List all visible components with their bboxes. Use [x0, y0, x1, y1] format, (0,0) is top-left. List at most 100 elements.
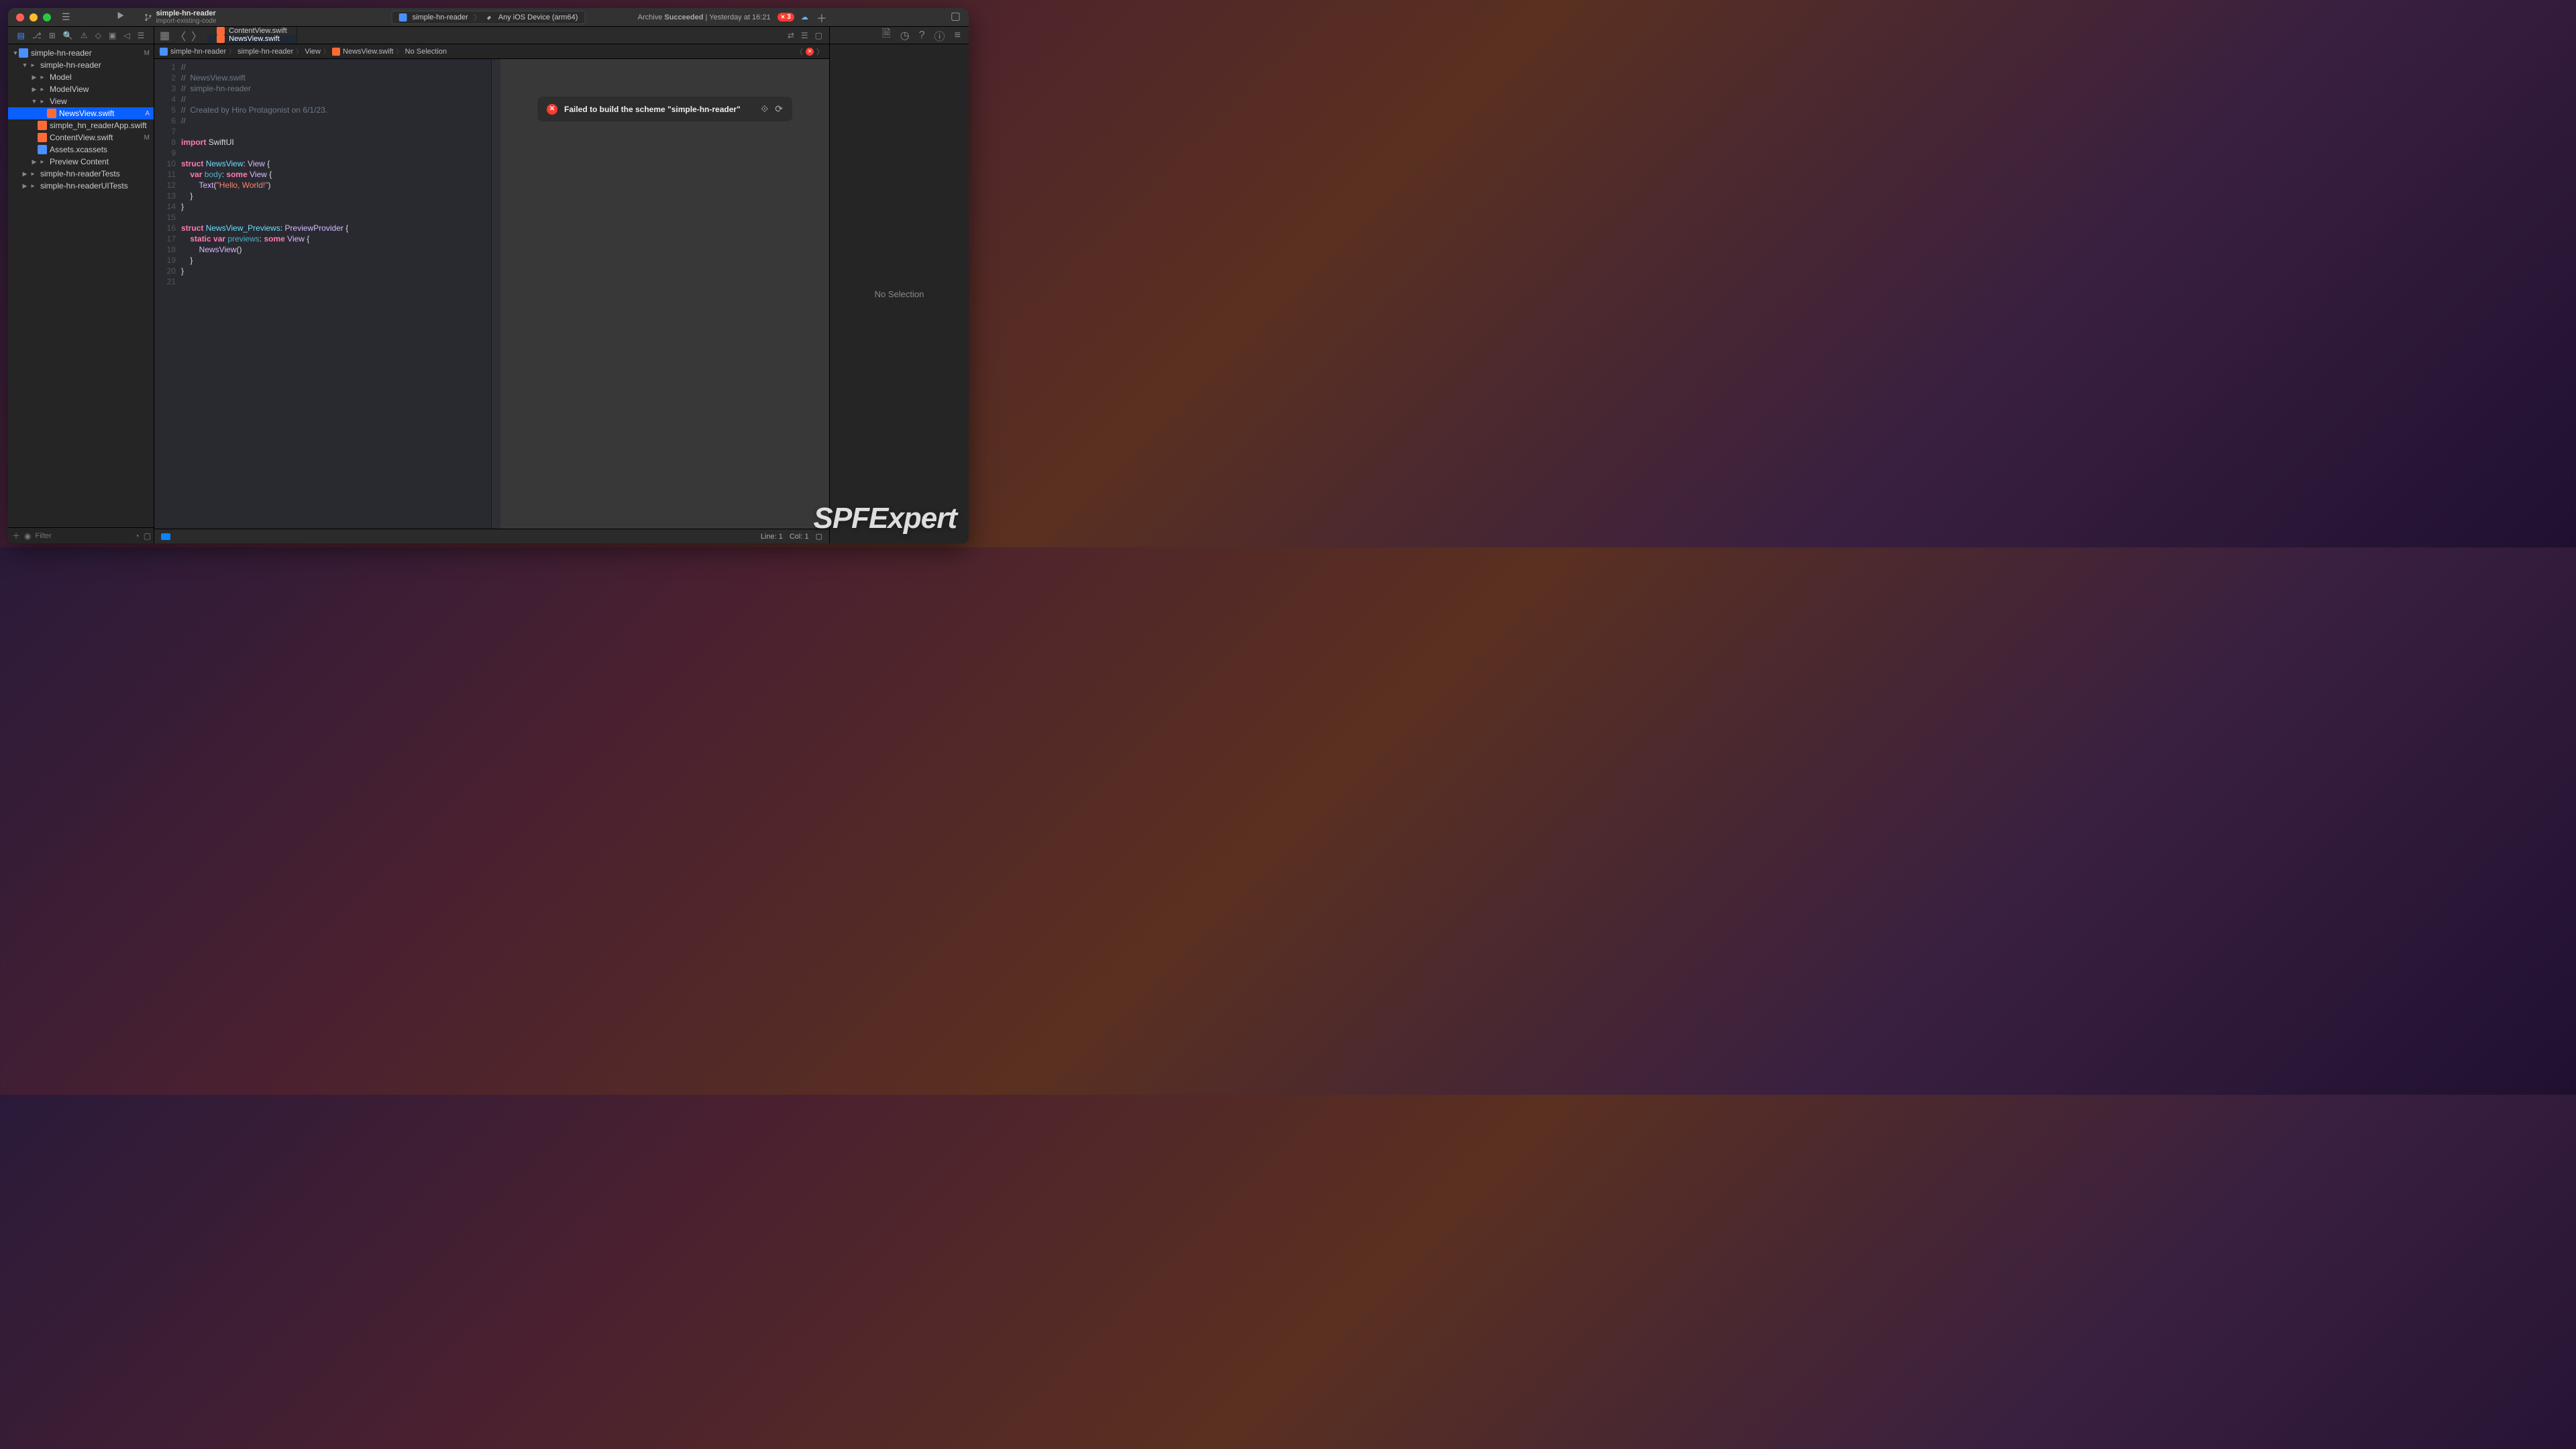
navigator-footer: ＋ ◉ ◔ ▢	[8, 527, 154, 543]
project-crumb-icon	[160, 48, 168, 56]
add-tab-button[interactable]: ＋	[816, 9, 827, 25]
tree-item-simple_hn_readerapp-swift[interactable]: simple_hn_readerApp.swift	[8, 119, 154, 131]
folder-icon: ▸	[38, 97, 47, 106]
crumb-4[interactable]: No Selection	[405, 48, 447, 56]
close-window-button[interactable]	[16, 13, 24, 21]
debug-navigator-icon[interactable]: ▣	[109, 31, 116, 40]
disclosure-icon[interactable]: ▼	[31, 98, 38, 105]
report-navigator-icon[interactable]: ☰	[138, 31, 145, 40]
back-button[interactable]: 〈	[175, 28, 186, 44]
symbol-navigator-icon[interactable]: ⊞	[49, 31, 56, 40]
filter-input[interactable]	[36, 532, 131, 540]
quick-help-icon[interactable]: ?	[919, 30, 925, 42]
line-gutter: 123456789101112131415161718192021	[154, 59, 181, 529]
issue-indicator-icon[interactable]: ✕	[806, 48, 814, 56]
disclosure-icon[interactable]: ▶	[31, 158, 38, 166]
next-issue-button[interactable]: 〉	[816, 46, 824, 57]
scm-badge: M	[144, 50, 150, 57]
tree-item-preview-content[interactable]: ▶▸Preview Content	[8, 156, 154, 168]
xcode-window: ☰ simple-hn-reader import-existing-code …	[8, 8, 969, 543]
error-badge[interactable]: 3	[777, 13, 794, 21]
editor-layout-icon[interactable]: ⇄	[788, 31, 794, 40]
tree-item-simple-hn-readeruitests[interactable]: ▶▸simple-hn-readerUITests	[8, 180, 154, 192]
inspector-panel: No Selection	[829, 44, 969, 543]
tree-label: Model	[50, 72, 72, 82]
forward-button[interactable]: 〉	[191, 28, 202, 44]
swift-icon	[38, 121, 47, 130]
debug-area-toggle[interactable]	[161, 533, 170, 540]
minimize-window-button[interactable]	[30, 13, 38, 21]
tree-item-simple-hn-reader[interactable]: ▼simple-hn-readerM	[8, 47, 154, 59]
code-content[interactable]: //// NewsView.swift// simple-hn-reader//…	[181, 59, 491, 529]
library-button[interactable]: ▢	[951, 9, 961, 25]
tree-label: Preview Content	[50, 157, 109, 166]
disclosure-icon[interactable]: ▼	[21, 62, 28, 68]
scm-filter-icon[interactable]: ▢	[144, 531, 151, 541]
minimap[interactable]	[491, 59, 500, 529]
related-items-icon[interactable]: ▦	[160, 29, 170, 42]
scheme-selector[interactable]: simple-hn-reader 〉 Any iOS Device (arm64…	[392, 11, 586, 24]
jump-bar[interactable]: simple-hn-reader 〉 simple-hn-reader 〉 Vi…	[154, 44, 829, 59]
project-tree: ▼simple-hn-readerM▼▸simple-hn-reader▶▸Mo…	[8, 44, 154, 527]
help-inspector-icon[interactable]: ⓘ	[934, 28, 945, 44]
cloud-icon[interactable]: ☁	[801, 13, 808, 21]
crumb-2[interactable]: View	[305, 48, 321, 56]
editor-mode-icon[interactable]: ▢	[816, 532, 822, 541]
tree-item-contentview-swift[interactable]: ContentView.swiftM	[8, 131, 154, 144]
run-button[interactable]	[116, 11, 125, 23]
tree-item-simple-hn-reader[interactable]: ▼▸simple-hn-reader	[8, 59, 154, 71]
issue-navigator-icon[interactable]: ⚠	[80, 31, 88, 40]
tree-label: simple-hn-reader	[40, 60, 101, 70]
swift-icon	[217, 35, 225, 43]
disclosure-icon[interactable]: ▶	[21, 182, 28, 190]
tab-bar: ▦ 〈 〉 ContentView.swiftNewsView.swift ⇄ …	[154, 27, 829, 44]
tree-item-simple-hn-readertests[interactable]: ▶▸simple-hn-readerTests	[8, 168, 154, 180]
code-editor[interactable]: 123456789101112131415161718192021 //// N…	[154, 59, 500, 529]
disclosure-icon[interactable]: ▶	[31, 74, 38, 81]
zoom-window-button[interactable]	[43, 13, 51, 21]
adjust-editor-icon[interactable]: ☰	[801, 31, 808, 40]
tree-item-assets-xcassets[interactable]: Assets.xcassets	[8, 144, 154, 156]
disclosure-icon[interactable]: ▶	[31, 86, 38, 93]
tab-newsview-swift[interactable]: NewsView.swift	[207, 35, 297, 43]
branch-indicator[interactable]	[144, 13, 152, 21]
crumb-1[interactable]: simple-hn-reader	[237, 48, 293, 56]
project-name-label: simple-hn-reader	[156, 9, 217, 17]
tree-item-model[interactable]: ▶▸Model	[8, 71, 154, 83]
prev-issue-button[interactable]: 〈	[796, 46, 803, 57]
diagnostics-button[interactable]: ⟐	[761, 103, 768, 115]
tree-item-view[interactable]: ▼▸View	[8, 95, 154, 107]
swift-icon	[38, 133, 47, 142]
editor-options: ⇄ ☰ ▢	[781, 27, 829, 44]
find-navigator-icon[interactable]: 🔍	[63, 31, 73, 40]
add-file-button[interactable]: ＋	[12, 530, 20, 541]
disclosure-icon[interactable]: ▼	[12, 50, 19, 56]
source-control-navigator-icon[interactable]: ⎇	[32, 31, 42, 40]
titlebar-right: ＋ ▢	[816, 9, 961, 25]
attributes-inspector-icon[interactable]: ≡	[955, 30, 961, 42]
scheme-label: simple-hn-reader	[413, 13, 468, 21]
disclosure-icon[interactable]: ▶	[21, 170, 28, 178]
canvas-toggle-icon[interactable]: ▢	[815, 31, 822, 40]
recent-filter-icon[interactable]: ◔	[135, 531, 140, 541]
tab-contentview-swift[interactable]: ContentView.swift	[207, 27, 297, 35]
project-navigator-icon[interactable]: ▤	[17, 31, 25, 40]
error-icon: ✕	[547, 104, 557, 115]
crumb-3[interactable]: NewsView.swift	[343, 48, 394, 56]
filter-scope-icon[interactable]: ◉	[24, 531, 31, 541]
git-branch-icon	[144, 13, 152, 21]
project-title: simple-hn-reader import-existing-code	[156, 9, 217, 25]
test-navigator-icon[interactable]: ◇	[95, 31, 101, 40]
tree-item-modelview[interactable]: ▶▸ModelView	[8, 83, 154, 95]
folder-icon: ▸	[38, 72, 47, 82]
retry-button[interactable]: ⟳	[775, 103, 783, 115]
crumb-0[interactable]: simple-hn-reader	[170, 48, 226, 56]
cursor-line-label: Line: 1	[761, 533, 783, 541]
inspector-placeholder: No Selection	[875, 289, 924, 299]
tree-item-newsview-swift[interactable]: NewsView.swiftA	[8, 107, 154, 119]
status-text: Archive Succeeded | Yesterday at 16:21	[638, 13, 771, 21]
breakpoint-navigator-icon[interactable]: ◁	[123, 31, 129, 40]
history-inspector-icon[interactable]: ◷	[900, 29, 910, 42]
file-inspector-icon[interactable]: 🗎	[882, 26, 891, 44]
sidebar-toggle-icon[interactable]: ☰	[62, 11, 70, 23]
